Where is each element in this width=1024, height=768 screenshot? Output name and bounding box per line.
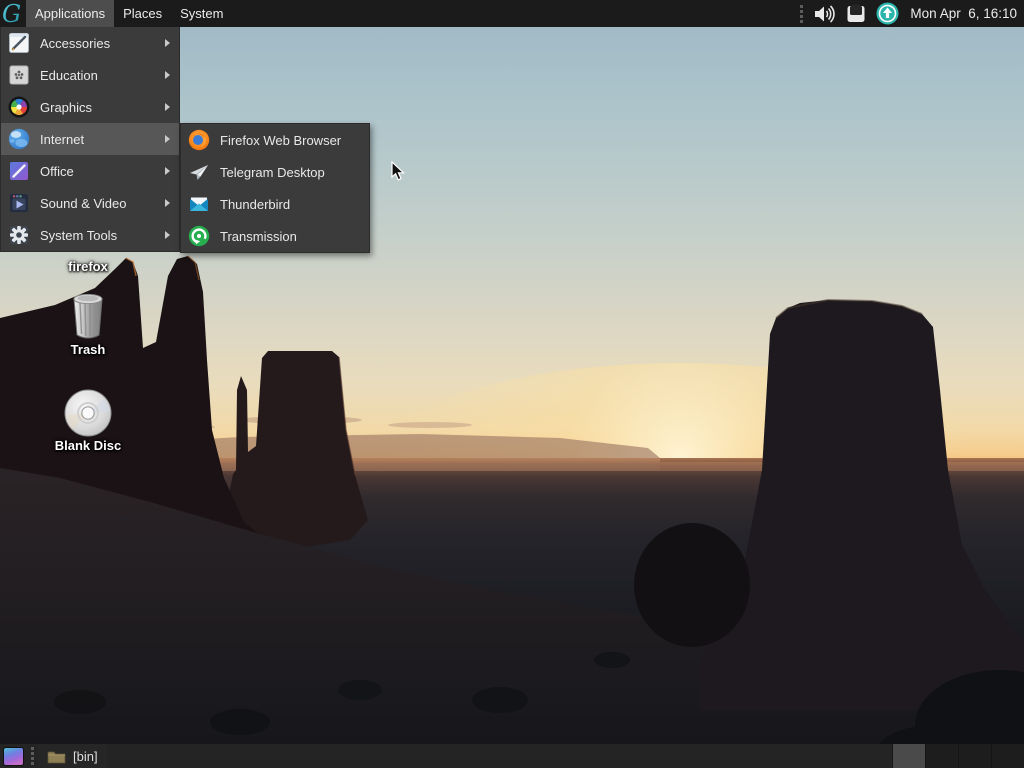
submenu-item-transmission[interactable]: Transmission — [181, 220, 369, 252]
submenu-arrow-icon — [165, 71, 170, 79]
window-button-label: [bin] — [73, 749, 98, 764]
system-tray: Mon Apr 6, 16:10 — [800, 0, 1024, 27]
menu-item-label: Graphics — [40, 100, 92, 115]
menu-places[interactable]: Places — [114, 0, 171, 27]
bottom-panel: [bin] — [0, 744, 1024, 768]
internet-submenu: Firefox Web Browser Telegram Desktop Thu… — [180, 123, 370, 253]
graphics-icon — [8, 96, 30, 118]
menu-item-label: Education — [40, 68, 98, 83]
menu-item-sound-video[interactable]: Sound & Video — [1, 187, 179, 219]
telegram-icon — [188, 161, 210, 183]
transmission-icon — [188, 225, 210, 247]
submenu-arrow-icon — [165, 103, 170, 111]
office-icon — [8, 160, 30, 182]
submenu-arrow-icon — [165, 231, 170, 239]
workspace-3[interactable] — [958, 744, 991, 768]
workspace-2[interactable] — [925, 744, 958, 768]
submenu-item-label: Firefox Web Browser — [220, 133, 341, 148]
menu-item-label: System Tools — [40, 228, 117, 243]
display-tray-icon[interactable] — [845, 3, 867, 25]
menu-item-accessories[interactable]: Accessories — [1, 27, 179, 59]
clock[interactable]: Mon Apr 6, 16:10 — [908, 6, 1017, 21]
submenu-item-firefox[interactable]: Firefox Web Browser — [181, 124, 369, 156]
submenu-item-label: Transmission — [220, 229, 297, 244]
menu-item-label: Accessories — [40, 36, 110, 51]
submenu-arrow-icon — [165, 135, 170, 143]
desktop-screen: firefox Trash Blank Disc — [0, 0, 1024, 768]
menu-item-education[interactable]: Education — [1, 59, 179, 91]
workspace-switcher — [892, 744, 1024, 768]
system-tools-icon — [8, 224, 30, 246]
submenu-arrow-icon — [165, 167, 170, 175]
submenu-arrow-icon — [165, 199, 170, 207]
menu-system[interactable]: System — [171, 0, 232, 27]
applications-menu: Accessories Education — [0, 27, 180, 252]
submenu-item-telegram[interactable]: Telegram Desktop — [181, 156, 369, 188]
education-icon — [8, 64, 30, 86]
workspace-1[interactable] — [892, 744, 925, 768]
menu-item-label: Internet — [40, 132, 84, 147]
desktop-icon-firefox[interactable]: firefox — [40, 259, 136, 274]
svg-text:G: G — [2, 1, 21, 27]
folder-icon — [47, 749, 66, 764]
mouse-cursor — [391, 161, 405, 182]
thunderbird-icon — [188, 193, 210, 215]
menu-item-graphics[interactable]: Graphics — [1, 91, 179, 123]
accessories-icon — [8, 32, 30, 54]
trash-label: Trash — [40, 342, 136, 357]
tasklist-drag-handle-icon[interactable] — [31, 747, 34, 765]
submenu-item-thunderbird[interactable]: Thunderbird — [181, 188, 369, 220]
submenu-item-label: Telegram Desktop — [220, 165, 325, 180]
applet-drag-handle-icon[interactable] — [800, 5, 803, 23]
internet-icon — [8, 128, 30, 150]
top-panel: G Applications Places System — [0, 0, 1024, 27]
menu-item-internet[interactable]: Internet — [1, 123, 179, 155]
window-button-bin[interactable]: [bin] — [38, 744, 107, 768]
menu-item-office[interactable]: Office — [1, 155, 179, 187]
submenu-arrow-icon — [165, 39, 170, 47]
show-desktop-button[interactable] — [0, 744, 27, 768]
menu-item-label: Sound & Video — [40, 196, 127, 211]
blank-disc-label: Blank Disc — [32, 438, 144, 453]
menu-applications[interactable]: Applications — [26, 0, 114, 27]
sound-video-icon — [8, 192, 30, 214]
menu-item-label: Office — [40, 164, 74, 179]
trash-icon[interactable] — [69, 291, 107, 343]
ghostbsd-logo[interactable]: G — [0, 0, 26, 27]
firefox-icon — [188, 129, 210, 151]
volume-icon[interactable] — [812, 3, 836, 25]
menu-item-system-tools[interactable]: System Tools — [1, 219, 179, 251]
workspace-4[interactable] — [991, 744, 1024, 768]
update-icon[interactable] — [876, 2, 899, 25]
blank-disc-icon[interactable] — [64, 389, 112, 437]
show-desktop-icon — [3, 747, 24, 766]
submenu-item-label: Thunderbird — [220, 197, 290, 212]
